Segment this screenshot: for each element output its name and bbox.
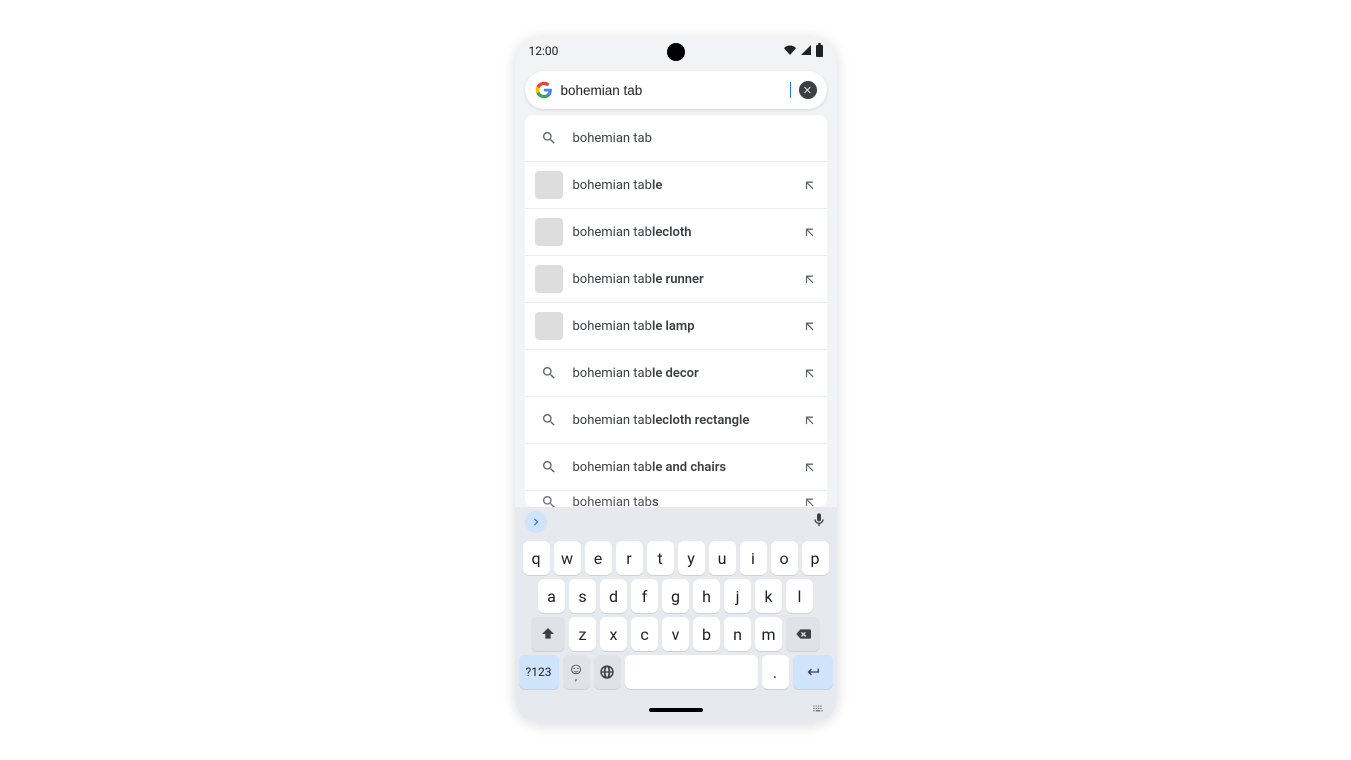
suggestion-label: bohemian tabs xyxy=(573,495,793,508)
key-o[interactable]: o xyxy=(771,541,798,575)
key-b[interactable]: b xyxy=(693,617,720,651)
suggestion-item[interactable]: bohemian table xyxy=(525,162,827,209)
keyboard-switcher-button[interactable] xyxy=(811,701,825,720)
key-g[interactable]: g xyxy=(662,579,689,613)
backspace-icon xyxy=(795,626,811,642)
spacebar-key[interactable] xyxy=(625,655,758,689)
key-v[interactable]: v xyxy=(662,617,689,651)
search-icon xyxy=(535,453,563,481)
suggestion-label: bohemian tablecloth xyxy=(573,225,793,240)
suggestion-thumbnail xyxy=(535,218,563,246)
emoji-key[interactable]: ☺, xyxy=(563,655,590,689)
insert-suggestion-button[interactable] xyxy=(803,272,817,286)
keyboard: qwertyuiop asdfghjkl zxcvbnm ?123 ☺, xyxy=(515,537,837,697)
numeric-keyboard-key[interactable]: ?123 xyxy=(519,655,559,689)
suggestion-label: bohemian table runner xyxy=(573,272,793,287)
suggestion-thumbnail xyxy=(535,312,563,340)
insert-suggestion-button[interactable] xyxy=(803,366,817,380)
key-y[interactable]: y xyxy=(678,541,705,575)
suggestion-label: bohemian table xyxy=(573,178,793,193)
cellular-icon xyxy=(800,44,812,59)
suggestion-item[interactable]: bohemian tab xyxy=(525,115,827,162)
emoji-icon: ☺, xyxy=(568,661,584,683)
insert-suggestion-button[interactable] xyxy=(803,413,817,427)
clear-search-button[interactable] xyxy=(799,81,817,99)
suggestion-item[interactable]: bohemian table decor xyxy=(525,350,827,397)
suggestion-item[interactable]: bohemian tabs xyxy=(525,491,827,507)
insert-suggestion-button[interactable] xyxy=(803,319,817,333)
suggestion-label: bohemian table decor xyxy=(573,366,793,381)
keyboard-toolbar xyxy=(515,507,837,537)
search-icon xyxy=(535,406,563,434)
system-navigation-bar xyxy=(515,697,837,723)
key-e[interactable]: e xyxy=(585,541,612,575)
insert-suggestion-button[interactable] xyxy=(803,178,817,192)
key-s[interactable]: s xyxy=(569,579,596,613)
microphone-icon xyxy=(811,512,827,528)
search-icon xyxy=(535,491,563,507)
battery-icon xyxy=(816,45,823,57)
suggestion-thumbnail xyxy=(535,171,563,199)
home-gesture-pill[interactable] xyxy=(649,708,703,712)
key-j[interactable]: j xyxy=(724,579,751,613)
key-r[interactable]: r xyxy=(616,541,643,575)
key-m[interactable]: m xyxy=(755,617,782,651)
chevron-right-icon xyxy=(529,515,543,529)
period-key[interactable]: . xyxy=(762,655,789,689)
suggestion-item[interactable]: bohemian table and chairs xyxy=(525,444,827,491)
suggestion-label: bohemian table and chairs xyxy=(573,460,793,475)
google-logo-icon xyxy=(535,81,553,99)
insert-suggestion-button[interactable] xyxy=(803,495,817,507)
suggestion-label: bohemian tablecloth rectangle xyxy=(573,413,793,428)
search-input[interactable] xyxy=(561,83,791,98)
key-p[interactable]: p xyxy=(802,541,829,575)
wifi-icon xyxy=(784,44,796,59)
suggestion-item[interactable]: bohemian tablecloth xyxy=(525,209,827,256)
insert-suggestion-button[interactable] xyxy=(803,225,817,239)
key-n[interactable]: n xyxy=(724,617,751,651)
key-u[interactable]: u xyxy=(709,541,736,575)
search-icon xyxy=(535,359,563,387)
text-cursor xyxy=(790,82,791,98)
search-suggestions-list: bohemian tab bohemian table bohemian table… xyxy=(525,115,827,507)
language-key[interactable] xyxy=(594,655,621,689)
suggestion-thumbnail xyxy=(535,265,563,293)
status-icons xyxy=(784,44,823,59)
search-icon xyxy=(535,124,563,152)
search-bar[interactable] xyxy=(525,71,827,109)
key-x[interactable]: x xyxy=(600,617,627,651)
status-time: 12:00 xyxy=(529,44,559,58)
key-t[interactable]: t xyxy=(647,541,674,575)
close-icon xyxy=(803,85,813,95)
globe-icon xyxy=(599,664,615,680)
keyboard-expand-button[interactable] xyxy=(525,511,547,533)
voice-input-button[interactable] xyxy=(811,512,827,532)
key-q[interactable]: q xyxy=(523,541,550,575)
key-l[interactable]: l xyxy=(786,579,813,613)
key-w[interactable]: w xyxy=(554,541,581,575)
key-h[interactable]: h xyxy=(693,579,720,613)
suggestion-label: bohemian table lamp xyxy=(573,319,793,334)
key-k[interactable]: k xyxy=(755,579,782,613)
backspace-key[interactable] xyxy=(786,617,820,651)
insert-suggestion-button[interactable] xyxy=(803,460,817,474)
key-c[interactable]: c xyxy=(631,617,658,651)
camera-notch xyxy=(667,43,685,61)
enter-key[interactable] xyxy=(793,655,833,689)
key-f[interactable]: f xyxy=(631,579,658,613)
enter-icon xyxy=(805,664,821,680)
key-a[interactable]: a xyxy=(538,579,565,613)
keyboard-grid-icon xyxy=(811,702,825,716)
key-d[interactable]: d xyxy=(600,579,627,613)
suggestion-item[interactable]: bohemian table lamp xyxy=(525,303,827,350)
suggestion-item[interactable]: bohemian table runner xyxy=(525,256,827,303)
key-z[interactable]: z xyxy=(569,617,596,651)
shift-key[interactable] xyxy=(531,617,565,651)
phone-frame: 12:00 bohemian tabbohemian tablebohemian… xyxy=(515,37,837,723)
shift-icon xyxy=(540,626,556,642)
suggestion-item[interactable]: bohemian tablecloth rectangle xyxy=(525,397,827,444)
key-i[interactable]: i xyxy=(740,541,767,575)
suggestion-label: bohemian tab xyxy=(573,131,817,146)
status-bar: 12:00 xyxy=(515,37,837,65)
